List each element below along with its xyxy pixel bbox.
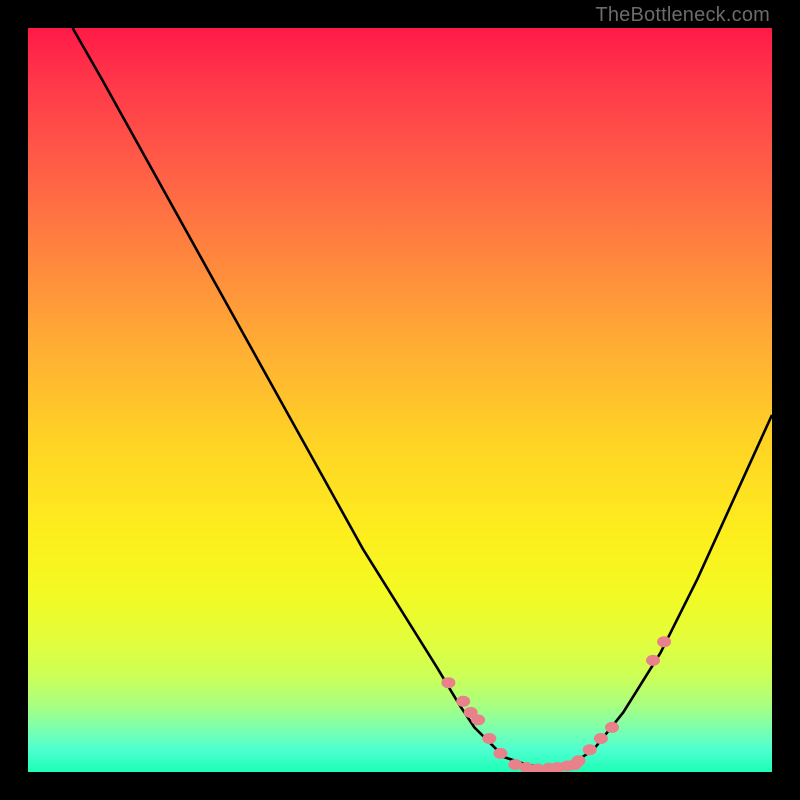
data-marker — [456, 696, 470, 707]
data-marker — [441, 677, 455, 688]
data-marker — [493, 748, 507, 759]
bottleneck-curve — [73, 28, 772, 768]
data-marker — [605, 722, 619, 733]
plot-area — [28, 28, 772, 772]
attribution-text: TheBottleneck.com — [595, 4, 770, 27]
data-marker — [572, 755, 586, 766]
data-marker — [583, 744, 597, 755]
data-marker — [471, 714, 485, 725]
curve-svg — [28, 28, 772, 772]
data-marker — [657, 636, 671, 647]
data-marker — [646, 655, 660, 666]
data-marker — [482, 733, 496, 744]
data-marker — [594, 733, 608, 744]
data-markers — [441, 636, 671, 772]
curve-group — [73, 28, 772, 768]
chart-frame: TheBottleneck.com — [0, 0, 800, 800]
